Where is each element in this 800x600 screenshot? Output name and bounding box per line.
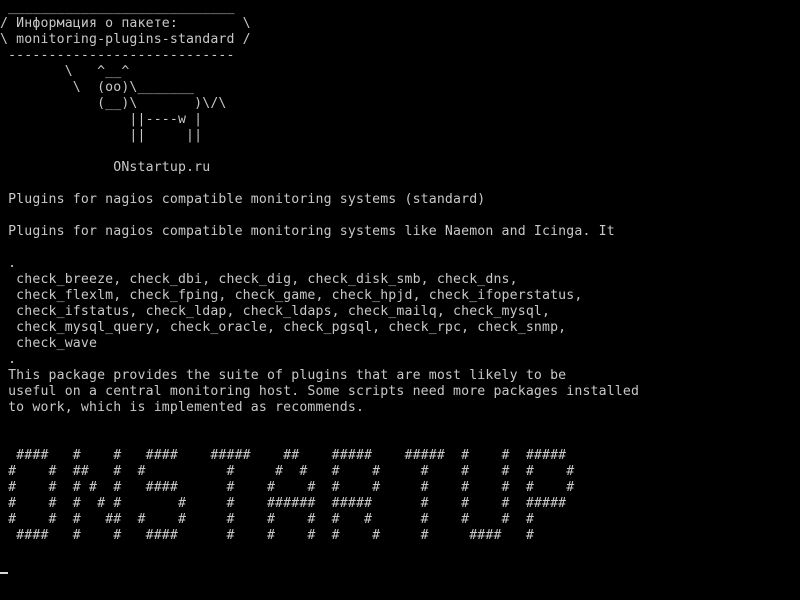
terminal-line: #### # # #### ##### ## ##### ##### # # #…: [0, 448, 567, 463]
terminal-line: check_flexlm, check_fping, check_game, c…: [0, 288, 583, 303]
terminal-line: check_wave: [0, 336, 98, 351]
terminal-line: ||----w |: [0, 112, 203, 127]
terminal-line: This package provides the suite of plugi…: [0, 368, 567, 383]
terminal-line: # # # ## # # # # # # # # # # #: [0, 512, 534, 527]
terminal-line: check_breeze, check_dbi, check_dig, chec…: [0, 272, 518, 287]
terminal-line: Plugins for nagios compatible monitoring…: [0, 224, 615, 239]
terminal-line: \ (oo)\_______: [0, 80, 195, 95]
terminal-window[interactable]: ____________________________ / Информация…: [0, 0, 800, 600]
terminal-line: # # ## # # # # # # # # # # # #: [0, 464, 575, 479]
terminal-line: to work, which is implemented as recomme…: [0, 400, 365, 415]
terminal-output: ____________________________ / Информация…: [0, 0, 800, 600]
terminal-line: # # # # # #### # # # # # # # # # #: [0, 480, 575, 495]
terminal-line: \ monitoring-plugins-standard /: [0, 32, 251, 47]
terminal-line: ----------------------------: [0, 48, 235, 63]
terminal-line: .: [0, 256, 17, 271]
terminal-line: \ ^__^: [0, 64, 130, 79]
terminal-line: Plugins for nagios compatible monitoring…: [0, 192, 486, 207]
terminal-line: useful on a central monitoring host. Som…: [0, 384, 640, 399]
terminal-line: ____________________________: [0, 0, 235, 15]
terminal-line: ONstartup.ru: [0, 160, 211, 175]
terminal-line: #### # # #### # # # # # # #### #: [0, 528, 534, 543]
terminal-line: check_mysql_query, check_oracle, check_p…: [0, 320, 567, 335]
terminal-line: / Информация о пакете: \: [0, 16, 251, 31]
terminal-line: || ||: [0, 128, 203, 143]
terminal-line: # # # # # # # ###### ##### # # # #####: [0, 496, 567, 511]
terminal-line: (__)\ )\/\: [0, 96, 227, 111]
text-cursor: [0, 572, 8, 574]
terminal-line: check_ifstatus, check_ldap, check_ldaps,…: [0, 304, 551, 319]
terminal-line: .: [0, 352, 17, 367]
